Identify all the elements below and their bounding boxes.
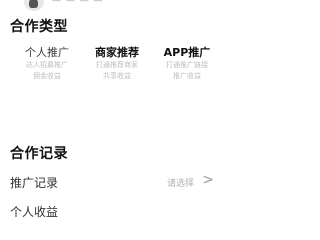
section-title-type: 合作类型 <box>10 19 68 35</box>
type-option-merchant[interactable]: 商家推荐 打通推荐商家 共享收益 <box>82 46 152 82</box>
row-value: 请选择 <box>166 179 194 189</box>
type-option-desc: 打通推荐商家 <box>96 61 138 69</box>
type-option-label: 个人推广 <box>25 46 69 59</box>
type-option-label: APP推广 <box>163 46 211 59</box>
section-title-record: 合作记录 <box>10 146 68 162</box>
record-row-promotion[interactable]: 推广记录 请选择 > <box>0 170 224 196</box>
type-option-desc: 共享收益 <box>103 72 131 80</box>
row-label: 推广记录 <box>10 176 59 190</box>
screen: — — — — 合作类型 个人推广 达人招募推广 佣金收益 商家推荐 打通推荐商… <box>0 0 224 224</box>
chevron-right-icon: > <box>202 172 214 188</box>
type-option-personal[interactable]: 个人推广 达人招募推广 佣金收益 <box>12 46 82 82</box>
type-option-desc: 推广收益 <box>173 72 201 80</box>
avatar-icon[interactable] <box>24 0 44 11</box>
header: — — — — <box>0 0 224 14</box>
type-option-desc: 打通推广链接 <box>166 61 208 69</box>
cooperation-type-list: 个人推广 达人招募推广 佣金收益 商家推荐 打通推荐商家 共享收益 APP推广 … <box>0 46 224 94</box>
record-row-income[interactable]: 个人收益 <box>0 199 224 224</box>
avatar-figure <box>29 0 38 8</box>
type-option-desc: 佣金收益 <box>33 72 61 80</box>
row-label: 个人收益 <box>10 205 59 219</box>
type-option-desc: 达人招募推广 <box>26 61 68 69</box>
header-title: — — — — <box>52 0 104 6</box>
type-option-app[interactable]: APP推广 打通推广链接 推广收益 <box>152 46 222 82</box>
type-option-label: 商家推荐 <box>95 46 139 59</box>
